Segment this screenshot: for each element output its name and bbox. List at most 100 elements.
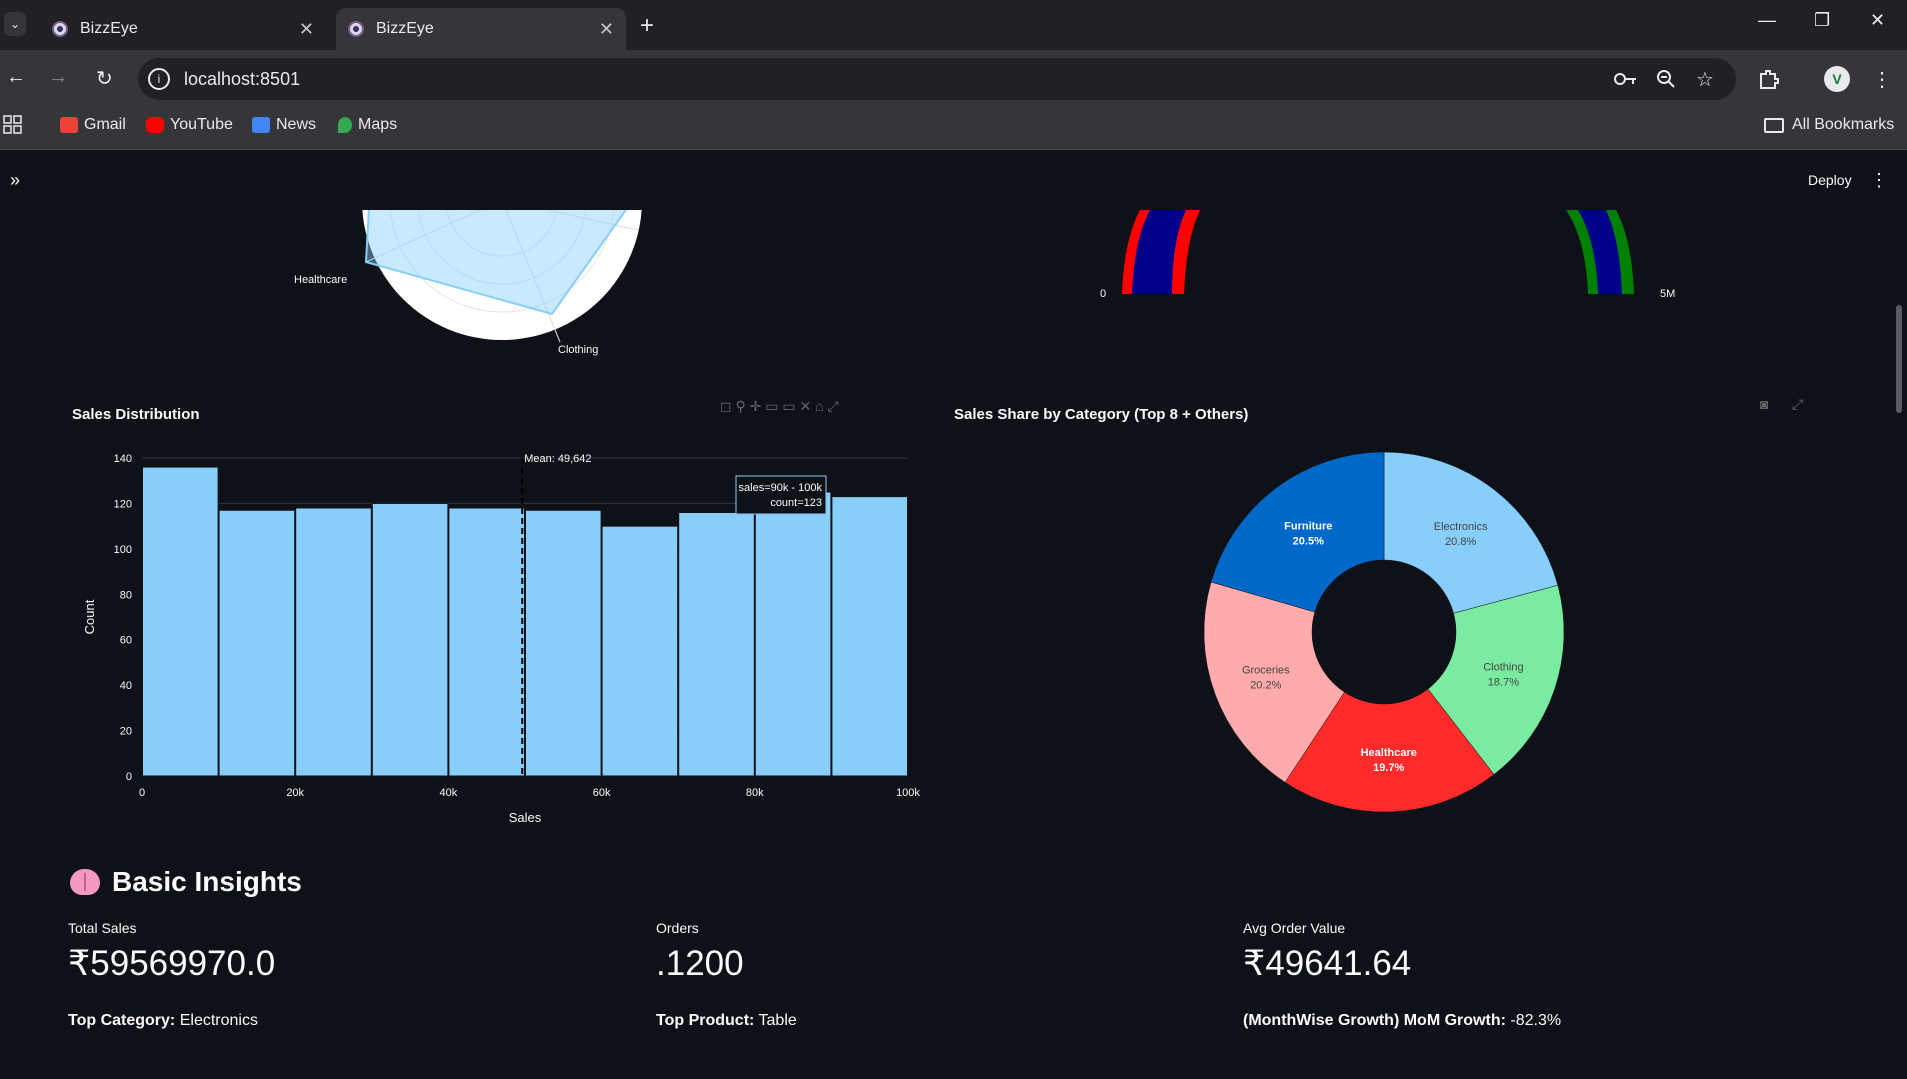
all-bookmarks[interactable]: All Bookmarks [1764,116,1894,134]
bookmark-news[interactable]: News [252,116,316,134]
bookmark-label: YouTube [170,116,233,133]
x-axis-label: Sales [509,810,542,825]
metric-value-aov: ₹49641.64 [1243,944,1412,983]
gauge-chart-left [1122,210,1200,294]
tab-title: BizzEye [376,20,434,37]
maps-pin-icon [338,117,352,133]
x-tick-label: 80k [746,787,764,799]
news-icon [252,117,270,133]
slice-label: Furniture [1284,520,1332,532]
slice-percent: 20.2% [1250,680,1281,692]
histogram-bar [142,466,219,777]
insights-title-text: Basic Insights [112,866,302,897]
site-info-icon[interactable]: i [148,68,170,90]
mom-growth-key: (MonthWise Growth) MoM Growth: [1243,1012,1506,1029]
tab-title: BizzEye [80,20,138,37]
fullscreen-icon[interactable]: ⤢ [1792,396,1803,413]
tooltip-line: count=123 [770,497,822,509]
top-category-key: Top Category: [68,1012,176,1029]
slice-percent: 18.7% [1488,676,1519,688]
donut-chart: Electronics 20.8% Clothing 18.7% Healthcare 1… [1203,451,1565,813]
histogram-bar [601,525,679,777]
top-product-key: Top Product: [656,1012,755,1029]
radar-axis-label: Healthcare [294,274,348,286]
top-category: Top Category: Electronics [68,1012,258,1030]
histogram-bar [754,491,832,777]
page-scrollbar[interactable] [1896,305,1902,413]
address-bar[interactable] [138,58,1736,100]
bookmark-gmail[interactable]: Gmail [60,116,126,134]
all-bookmarks-label: All Bookmarks [1792,116,1895,133]
browser-tab-active[interactable]: BizzEye ✕ [336,8,626,50]
sidebar-expand-icon[interactable]: » [10,170,20,191]
tooltip-line: sales=90k - 100k [739,482,823,494]
avatar[interactable]: V [1824,66,1850,92]
close-icon[interactable]: ✕ [299,19,314,40]
url-text[interactable]: localhost:8501 [184,69,300,90]
zoom-out-icon[interactable] [1656,69,1676,89]
histogram-bar [525,509,602,777]
y-tick-label: 0 [126,771,132,783]
forward-icon[interactable]: → [48,66,68,89]
back-icon[interactable]: ← [6,66,26,89]
bookmark-label: Maps [358,116,398,133]
histogram-chart: 0 20 40 60 80 100 120 140 0 20k 40k 60k 80k 100k Mean:… [82,453,920,825]
apps-grid-icon[interactable] [3,115,22,134]
metric-value-orders: .1200 [656,944,744,983]
bookmark-label: Gmail [84,116,126,133]
app-menu-icon[interactable]: ⋮ [1870,170,1888,191]
y-tick-label: 60 [120,635,132,647]
deploy-button[interactable]: Deploy [1808,172,1852,188]
restore-icon[interactable]: ❐ [1814,10,1830,31]
gmail-icon [60,117,78,133]
new-tab-icon[interactable]: + [640,12,654,40]
reload-icon[interactable]: ↻ [96,66,113,91]
histogram-bar [831,496,909,777]
top-product: Top Product: Table [656,1012,797,1030]
folder-icon [1764,117,1784,133]
bookmark-youtube[interactable]: YouTube [146,116,233,134]
insights-heading: Basic Insights [70,866,302,898]
mean-annotation: Mean: 49,642 [524,453,591,465]
minimize-icon[interactable]: — [1758,10,1776,31]
y-tick-label: 120 [114,498,132,510]
slice-label: Groceries [1242,665,1290,677]
star-icon[interactable]: ☆ [1696,67,1714,92]
y-tick-label: 20 [120,726,132,738]
extensions-icon[interactable] [1758,68,1780,90]
metric-value-total-sales: ₹59569970.0 [68,944,276,983]
password-key-icon[interactable] [1614,72,1638,86]
chrome-menu-icon[interactable]: ⋮ [1872,67,1892,92]
y-tick-label: 80 [120,589,132,601]
gauge-min-label: 0 [1100,288,1107,300]
metric-label-total-sales: Total Sales [68,920,137,936]
slice-percent: 20.5% [1293,535,1324,547]
slice-label: Clothing [1483,661,1523,673]
histogram-title: Sales Distribution [72,406,200,423]
top-product-value: Table [754,1012,797,1029]
close-icon[interactable]: ✕ [599,19,614,40]
metric-label-aov: Avg Order Value [1243,920,1346,936]
histogram-bar [295,507,372,777]
slice-percent: 19.7% [1373,762,1404,774]
histogram-bar [678,512,755,777]
tab-search-button[interactable]: ⌄ [4,12,26,36]
x-tick-label: 60k [593,787,611,799]
x-tick-label: 20k [286,787,304,799]
bookmark-maps[interactable]: Maps [338,116,397,134]
mom-growth-value: -82.3% [1505,1012,1562,1029]
browser-tab[interactable]: BizzEye ✕ [40,8,326,50]
histogram-bar [371,502,449,777]
x-tick-label: 100k [896,787,920,799]
chart-modebar[interactable]: ◻ ⚲ ✛ ▭ ▭ ✕ ⌂ ⤢ [720,398,839,415]
y-tick-label: 140 [114,453,132,465]
bizzeye-favicon-icon [52,21,68,37]
bookmark-label: News [276,116,317,133]
slice-label: Healthcare [1361,747,1417,759]
gauge-max-label: 5M [1660,288,1676,300]
slice-label: Electronics [1434,521,1488,533]
camera-icon[interactable]: ◙ [1760,396,1768,412]
metric-label-orders: Orders [656,920,699,936]
youtube-icon [146,117,164,133]
window-close-icon[interactable]: ✕ [1870,10,1885,31]
